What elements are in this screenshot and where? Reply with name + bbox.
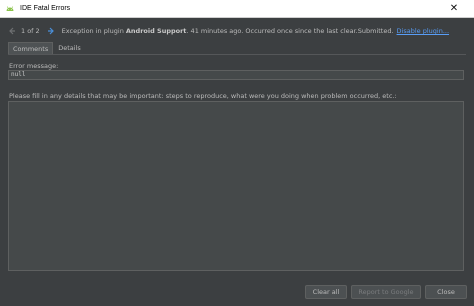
arrow-left-icon[interactable] [6,25,18,37]
error-message-field[interactable]: null [8,70,464,80]
message-prefix: Exception in plugin [61,27,126,35]
title-bar: IDE Fatal Errors ✕ [0,0,474,18]
error-navigation: 1 of 2 Exception in plugin Android Suppo… [0,24,474,38]
close-button[interactable]: Close [425,285,467,299]
error-message-label: Error message: [9,62,59,70]
message-suffix: . 41 minutes ago. Occurred once since th… [186,27,394,35]
disable-plugin-link[interactable]: Disable plugin... [397,27,449,35]
error-summary: Exception in plugin Android Support. 41 … [62,27,394,35]
error-counter: 1 of 2 [21,27,40,35]
window-close-button[interactable]: ✕ [434,0,474,18]
clear-all-button[interactable]: Clear all [305,285,347,299]
window-title: IDE Fatal Errors [20,5,71,12]
arrow-right-icon[interactable] [45,25,57,37]
report-to-google-button[interactable]: Report to Google [351,285,421,299]
android-icon [5,4,15,14]
tab-comments[interactable]: Comments [8,42,54,54]
tab-details[interactable]: Details [53,42,86,54]
details-textarea[interactable] [8,101,464,271]
details-label: Please fill in any details that may be i… [9,92,397,100]
plugin-name: Android Support [125,27,187,35]
tab-bar: Comments Details [8,42,86,54]
